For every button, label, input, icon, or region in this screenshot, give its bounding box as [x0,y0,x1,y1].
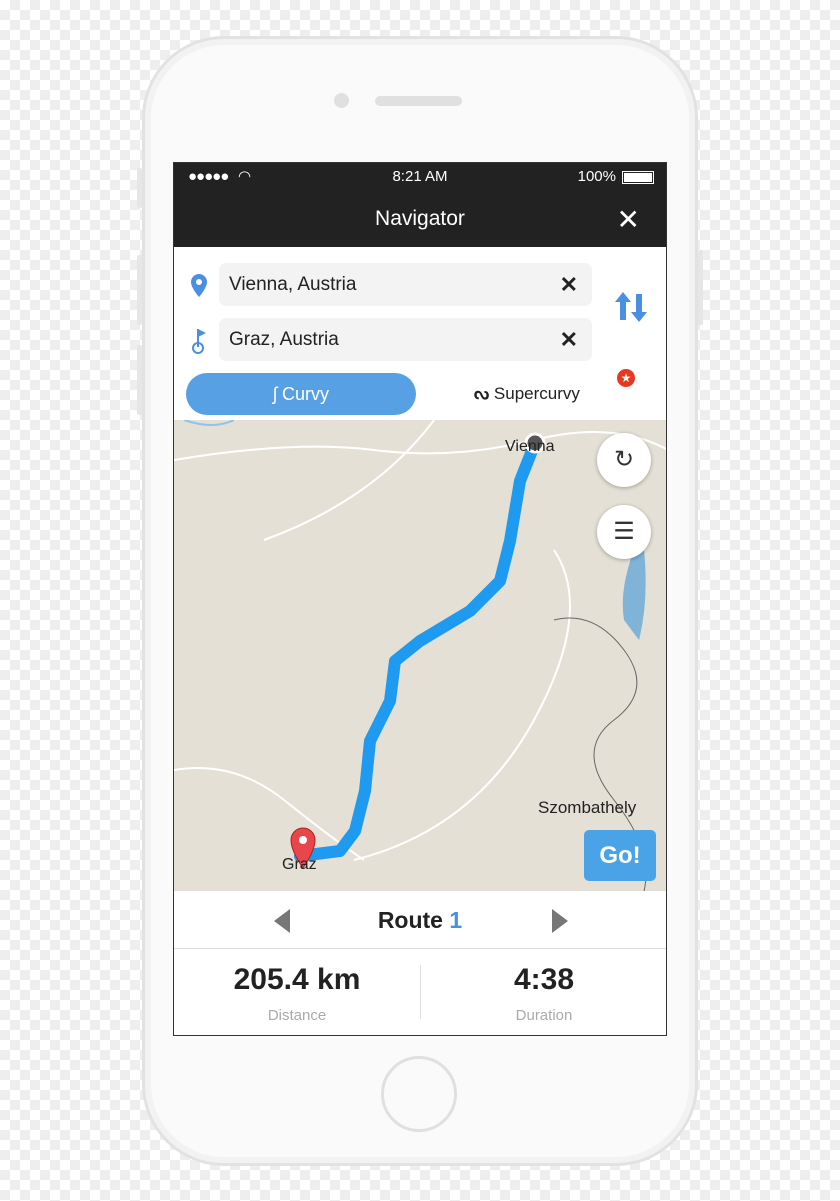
distance-value: 205.4 km [233,963,361,996]
home-button[interactable] [381,1056,457,1132]
duration-value: 4:38 [513,963,575,996]
map-label-graz: Graz [282,856,317,873]
page-title: Navigator [375,207,465,230]
previous-route-button[interactable] [274,909,290,933]
map-label-vienna: Vienna [505,438,555,455]
river [183,420,235,426]
volume-up-button [137,255,142,325]
power-button [698,250,703,325]
route-settings-button[interactable]: ☰ [597,505,651,559]
duration-label: Duration [515,1007,573,1024]
supercurvy-mode-button[interactable]: ᔓ Supercurvy [474,373,580,415]
route-line [294,437,541,862]
supercurvy-icon: ᔓ [474,384,490,403]
sliders-icon: ☰ [613,518,635,545]
road [263,420,435,541]
duration-stat: 4:38 Duration [421,963,666,1024]
go-button[interactable]: Go! [584,830,656,881]
map-label-szombathely: Szombathely [538,798,637,817]
lake [622,550,646,640]
battery-icon [622,171,654,184]
destination-flag-icon [192,329,206,354]
pin-dot [299,836,307,844]
premium-badge: ★ [617,369,635,387]
loop-icon: ↻ [613,446,635,473]
battery-percent: 100% [577,168,616,185]
close-button[interactable]: ✕ [617,203,640,236]
origin-input[interactable]: Vienna, Austria ✕ [219,263,592,306]
curvy-label: Curvy [282,384,330,404]
front-camera [334,93,349,108]
clear-origin-button[interactable]: ✕ [560,272,578,298]
volume-down-button [137,345,142,415]
distance-label: Distance [267,1007,327,1024]
origin-pin-icon [191,274,207,297]
destination-input[interactable]: Graz, Austria ✕ [219,318,592,361]
route-label: Route [377,907,443,933]
clear-destination-button[interactable]: ✕ [560,327,578,353]
supercurvy-label: Supercurvy [493,384,580,403]
origin-value: Vienna, Austria [229,274,357,295]
app-screen: ●●●●● ◠ 8:21 AM 100% Navigator ✕ Vienna,… [173,162,667,1036]
status-bar: ●●●●● ◠ 8:21 AM 100% [174,163,666,191]
map-canvas [174,420,666,891]
swap-icon[interactable] [614,290,648,324]
route-selector: Route 1 [174,891,666,949]
curvy-icon: ʃ [272,384,277,404]
speaker [375,96,462,106]
curvy-mode-button[interactable]: ʃ Curvy [186,373,416,415]
next-route-button[interactable] [552,909,568,933]
map-view[interactable]: Vienna Graz Szombathely ↻ ☰ Go! [174,420,666,891]
reroute-button[interactable]: ↻ [597,433,651,487]
destination-value: Graz, Austria [229,329,339,350]
mute-switch [137,168,142,208]
nav-bar: Navigator ✕ [174,191,666,247]
route-number: 1 [449,907,463,933]
distance-stat: 205.4 km Distance [174,963,420,1024]
